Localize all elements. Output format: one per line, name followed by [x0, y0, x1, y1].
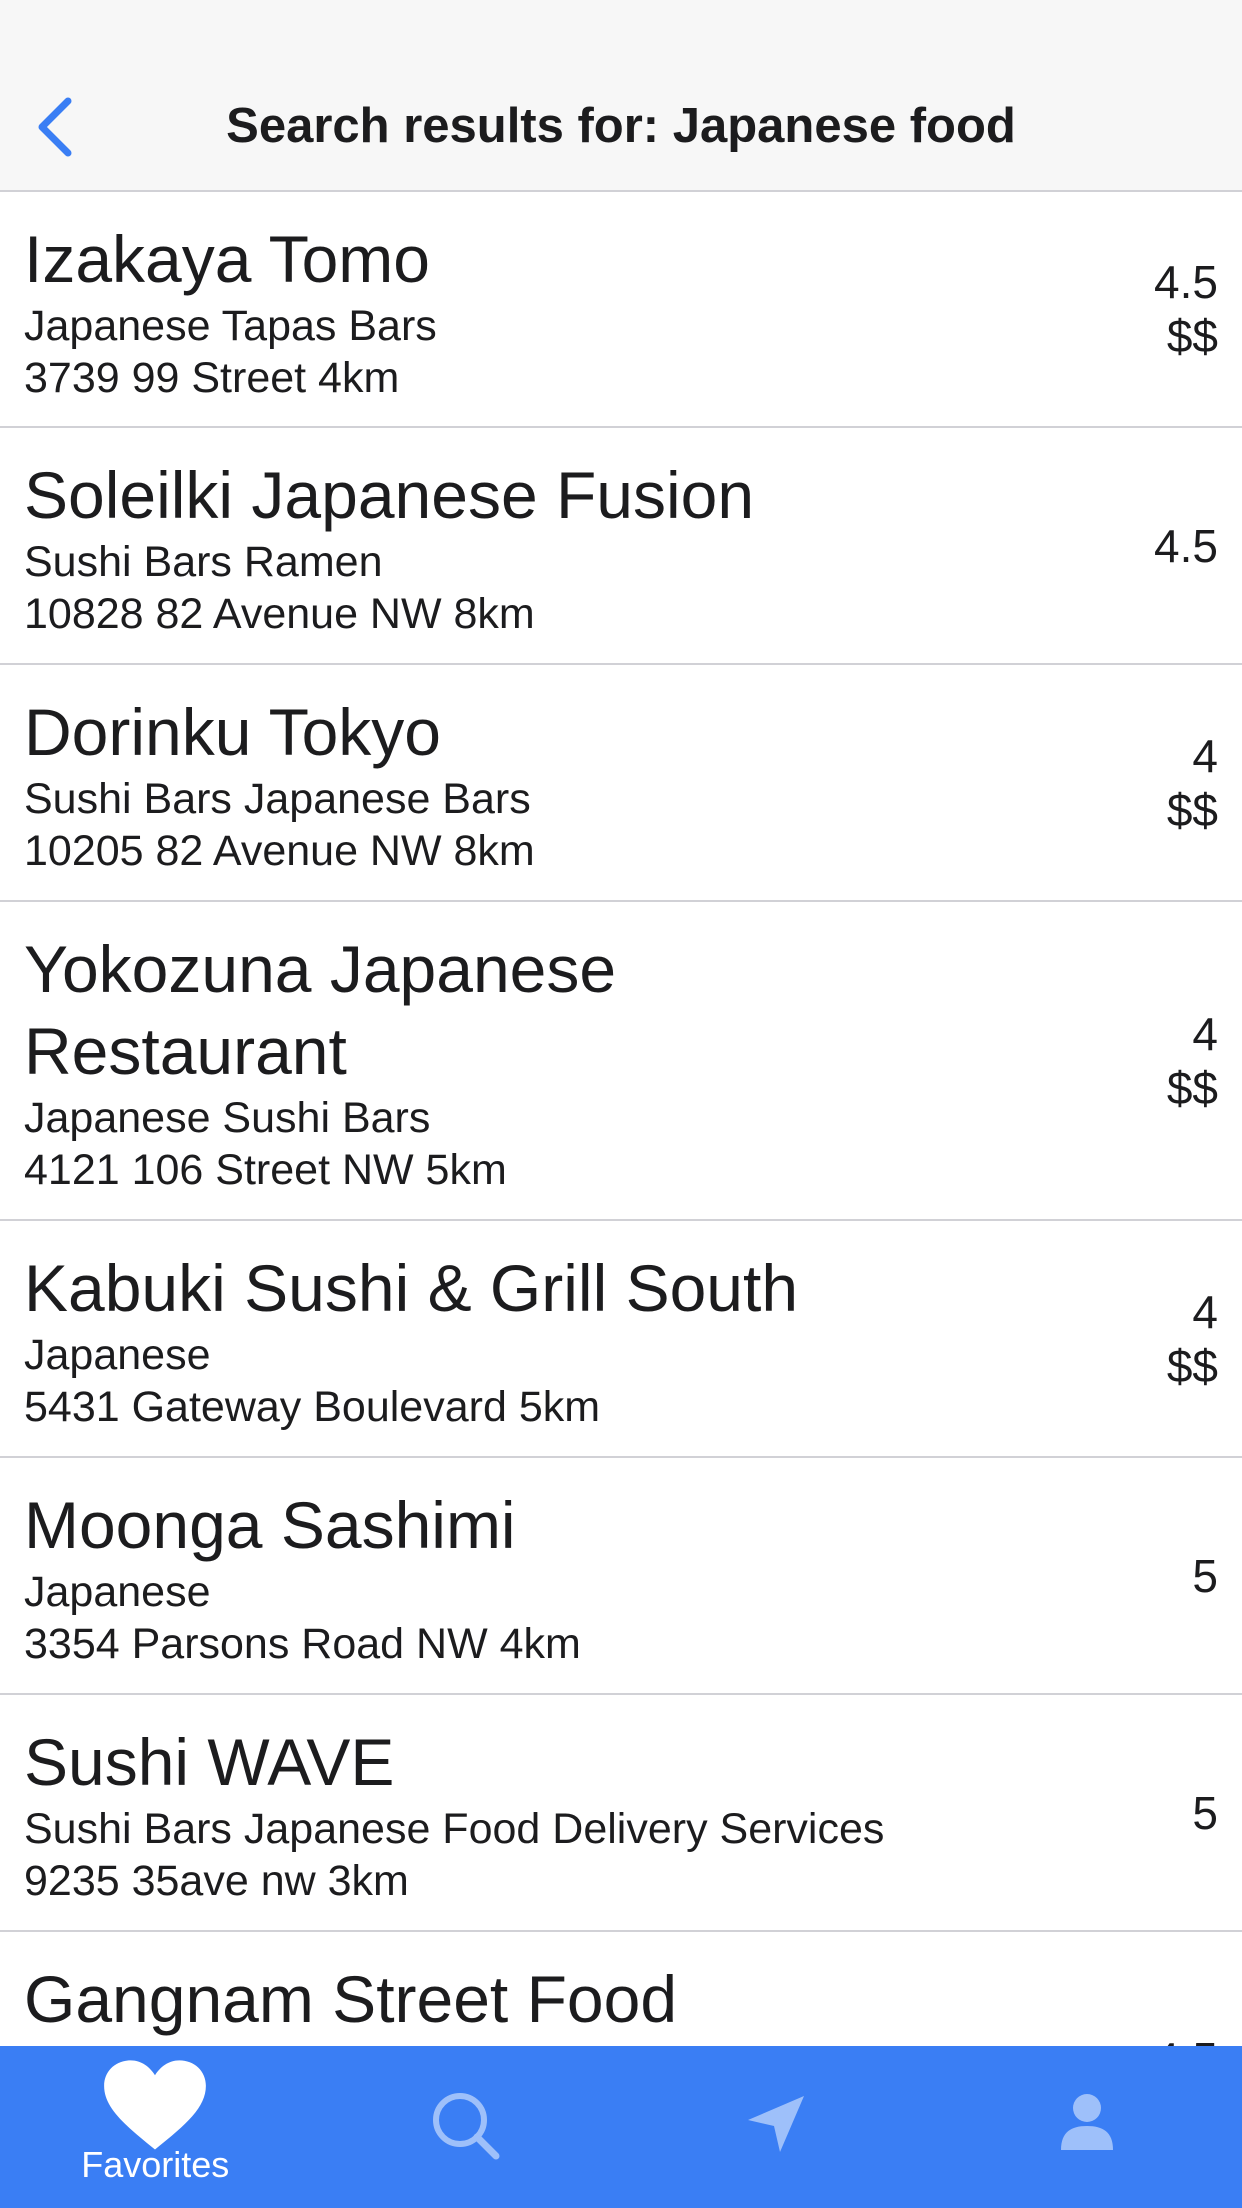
tab-nearby[interactable]: [621, 2046, 932, 2208]
heart-icon: [104, 2060, 207, 2150]
restaurant-name: Dorinku Tokyo: [24, 695, 441, 769]
restaurant-address: 3739 99 Street 4km: [24, 354, 400, 402]
tab-profile[interactable]: [932, 2046, 1242, 2208]
list-item[interactable]: Moonga Sashimi Japanese 3354 Parsons Roa…: [0, 1458, 1242, 1695]
tab-favorites-label: Favorites: [81, 2144, 230, 2185]
restaurant-category: Sushi Bars Japanese Bars: [24, 775, 531, 823]
restaurant-name: Soleilki Japanese Fusion: [24, 458, 755, 532]
restaurant-category: Japanese Sushi Bars: [24, 1094, 431, 1142]
restaurant-rating: 5: [1192, 1549, 1218, 1602]
results-list[interactable]: Izakaya Tomo Japanese Tapas Bars 3739 99…: [0, 192, 1242, 2046]
restaurant-name: Moonga Sashimi: [24, 1488, 516, 1562]
tab-search[interactable]: [311, 2046, 622, 2208]
restaurant-address: 5431 Gateway Boulevard 5km: [24, 1383, 601, 1431]
restaurant-rating: 4: [1192, 1007, 1218, 1060]
restaurant-address: 3354 Parsons Road NW 4km: [24, 1620, 581, 1668]
list-item[interactable]: Dorinku Tokyo Sushi Bars Japanese Bars 1…: [0, 665, 1242, 902]
restaurant-rating: 4: [1192, 729, 1218, 782]
restaurant-address: 4121 106 Street NW 5km: [24, 1146, 507, 1194]
restaurant-category: Japanese: [24, 1568, 211, 1616]
tab-bar: Favorites: [0, 2046, 1242, 2208]
restaurant-name: Sushi WAVE: [24, 1725, 395, 1799]
list-item[interactable]: Gangnam Street Food 4.5: [0, 1932, 1242, 2046]
restaurant-category: Japanese Tapas Bars: [24, 302, 437, 350]
restaurant-rating: 4.5: [1154, 519, 1218, 572]
restaurant-name: Yokozuna Japanese Restaurant: [24, 932, 617, 1088]
restaurant-rating: 4: [1192, 1285, 1218, 1338]
restaurant-name: Izakaya Tomo: [24, 222, 430, 296]
restaurant-address: 9235 35ave nw 3km: [24, 1857, 409, 1905]
restaurant-name: Kabuki Sushi & Grill South: [24, 1251, 799, 1325]
restaurant-rating: 5: [1192, 1786, 1218, 1839]
restaurant-rating: 4.5: [1154, 256, 1218, 308]
navigation-bar: Search results for: Japanese food: [0, 0, 1242, 192]
person-icon: [1060, 2094, 1113, 2150]
list-item[interactable]: Yokozuna Japanese Restaurant Japanese Su…: [0, 902, 1242, 1221]
restaurant-rating: 4.5: [1154, 2032, 1218, 2046]
restaurant-category: Sushi Bars Ramen: [24, 538, 383, 586]
list-item[interactable]: Soleilki Japanese Fusion Sushi Bars Rame…: [0, 428, 1242, 665]
restaurant-price: $$: [1166, 310, 1218, 362]
restaurant-address: 10828 82 Avenue NW 8km: [24, 590, 535, 638]
restaurant-address: 10205 82 Avenue NW 8km: [24, 827, 535, 875]
restaurant-category: Japanese: [24, 1331, 211, 1379]
restaurant-category: Sushi Bars Japanese Food Delivery Servic…: [24, 1805, 885, 1853]
restaurant-price: $$: [1166, 1339, 1218, 1392]
search-icon: [432, 2093, 500, 2160]
list-item[interactable]: Sushi WAVE Sushi Bars Japanese Food Deli…: [0, 1695, 1242, 1932]
tab-favorites[interactable]: Favorites: [0, 2046, 311, 2208]
restaurant-price: $$: [1166, 783, 1218, 836]
restaurant-price: $$: [1166, 1061, 1218, 1114]
list-item[interactable]: Izakaya Tomo Japanese Tapas Bars 3739 99…: [0, 192, 1242, 428]
restaurant-name: Gangnam Street Food: [24, 1962, 678, 2036]
location-arrow-icon: [748, 2096, 805, 2152]
list-item[interactable]: Kabuki Sushi & Grill South Japanese 5431…: [0, 1221, 1242, 1458]
page-title: Search results for: Japanese food: [226, 99, 1016, 153]
